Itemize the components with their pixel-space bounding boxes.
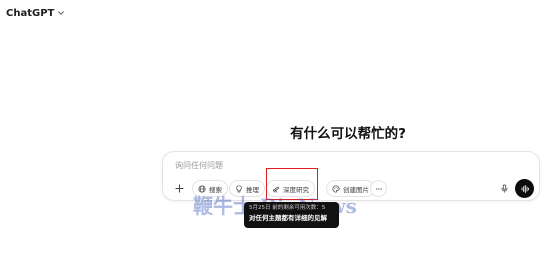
deep-research-tooltip: 5月25日 前的剩余可用次数：5 对任何主题都有详细的见解 (244, 202, 339, 228)
composer: 搜索 推理 深度研究 创建图片 (162, 151, 540, 201)
add-attachment-button[interactable] (171, 180, 188, 197)
plus-icon (175, 184, 184, 193)
deep-research-button[interactable]: 深度研究 (266, 180, 315, 197)
globe-icon (198, 184, 206, 193)
more-horizontal-icon (375, 187, 382, 190)
telescope-icon (272, 186, 280, 193)
dictate-button[interactable] (496, 180, 513, 197)
page-title: 有什么可以帮忙的? (290, 126, 406, 142)
create-image-button-label: 创建图片 (343, 185, 369, 194)
create-image-button[interactable]: 创建图片 (326, 180, 375, 197)
prompt-input[interactable] (175, 158, 475, 172)
model-name: ChatGPT (6, 7, 55, 19)
chat-home-page: ChatGPT 有什么可以帮忙的? 搜索 推理 (0, 0, 554, 257)
search-button-label: 搜索 (209, 185, 222, 194)
more-tools-button[interactable] (370, 180, 387, 197)
voice-mode-button[interactable] (515, 179, 534, 198)
tooltip-remaining-uses: 5月25日 前的剩余可用次数：5 (249, 205, 326, 211)
chevron-down-icon (58, 11, 65, 15)
tooltip-description: 对任何主题都有详细的见解 (249, 214, 327, 222)
reason-button-label: 推理 (246, 185, 259, 194)
palette-icon (332, 184, 340, 193)
deep-research-button-label: 深度研究 (283, 185, 309, 194)
reason-button[interactable]: 推理 (229, 180, 265, 197)
search-button[interactable]: 搜索 (192, 180, 228, 197)
lightbulb-icon (236, 184, 242, 192)
model-switcher[interactable]: ChatGPT (6, 5, 65, 21)
voice-mode-icon (521, 184, 529, 193)
microphone-icon (501, 184, 508, 193)
